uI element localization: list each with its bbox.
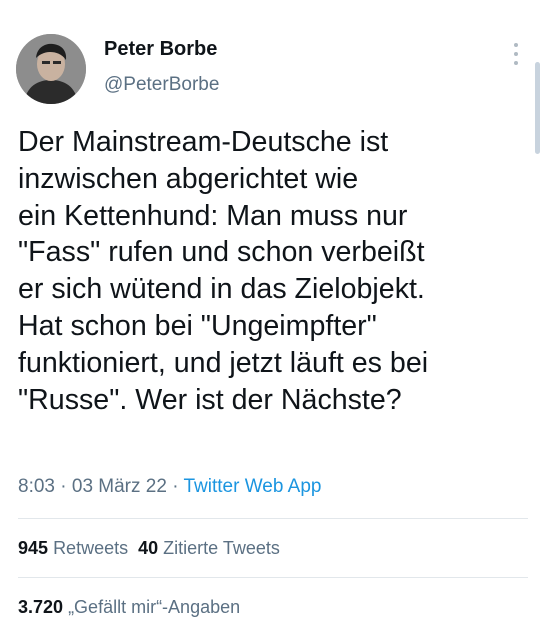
author-handle[interactable]: @PeterBorbe xyxy=(104,74,219,96)
likes-label: „Gefällt mir“-Angaben xyxy=(68,597,241,617)
retweets-label: Retweets xyxy=(53,538,129,558)
engagement-stats-row: 945 Retweets 40 Zitierte Tweets xyxy=(18,538,280,559)
more-dot xyxy=(514,61,518,65)
quotes-label: Zitierte Tweets xyxy=(163,538,280,558)
likes-count: 3.720 xyxy=(18,597,64,617)
tweet-meta: 8:03 · 03 März 22 · Twitter Web App xyxy=(18,476,321,498)
quotes-count: 40 xyxy=(138,538,159,558)
scrollbar[interactable] xyxy=(535,62,540,154)
tweet-card: Peter Borbe @PeterBorbe Der Mainstream-D… xyxy=(0,0,545,641)
quote-tweets-stat[interactable]: 40 Zitierte Tweets xyxy=(138,538,280,558)
avatar[interactable] xyxy=(16,34,86,104)
divider xyxy=(18,518,528,519)
tweet-text: Der Mainstream-Deutsche ist inzwischen a… xyxy=(18,126,429,416)
retweets-count: 945 xyxy=(18,538,49,558)
more-dot xyxy=(514,43,518,47)
retweets-stat[interactable]: 945 Retweets xyxy=(18,538,128,558)
tweet-source-link[interactable]: Twitter Web App xyxy=(183,476,321,497)
meta-separator: · xyxy=(166,476,184,497)
divider xyxy=(18,577,528,578)
likes-stats-row: 3.720 „Gefällt mir“-Angaben xyxy=(18,597,240,618)
author-name[interactable]: Peter Borbe xyxy=(104,38,217,61)
tweet-date[interactable]: 03 März 22 xyxy=(72,476,167,497)
tweet-time[interactable]: 8:03 xyxy=(18,476,55,497)
likes-stat[interactable]: 3.720 „Gefällt mir“-Angaben xyxy=(18,597,240,617)
avatar-image xyxy=(16,34,86,104)
more-vertical-icon[interactable] xyxy=(508,40,524,68)
more-dot xyxy=(514,52,518,56)
meta-separator: · xyxy=(54,476,72,497)
